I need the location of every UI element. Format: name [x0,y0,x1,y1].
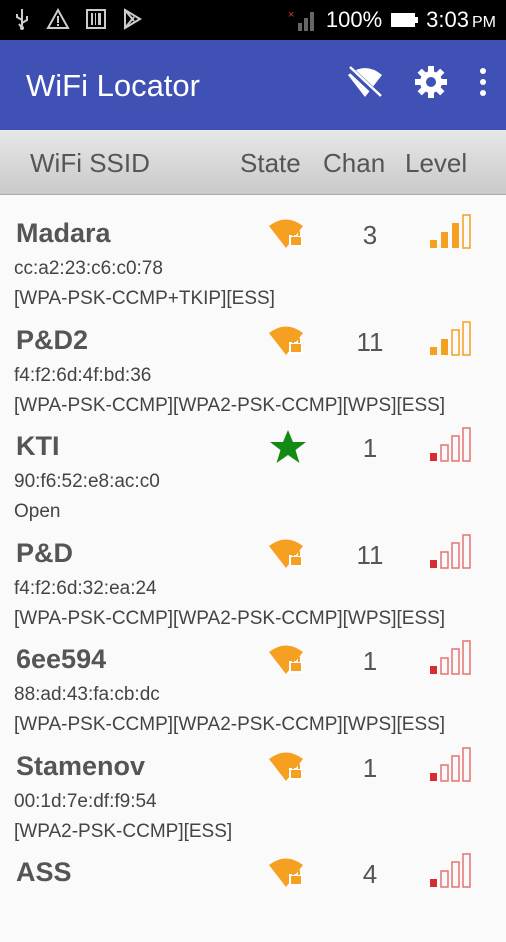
clock-suffix: PM [472,14,496,31]
network-mac: f4:f2:6d:4f:bd:36 [14,364,152,386]
signal-level-icon [430,533,471,569]
network-ssid: Stamenov [16,750,146,781]
signal-level-icon [430,320,471,356]
status-bar: × 100% 3:03 PM [0,0,506,40]
network-mac: 88:ad:43:fa:cb:dc [14,684,160,705]
more-vert-icon[interactable] [478,66,488,98]
locked-wifi-icon [269,645,303,674]
network-mac: 00:1d:7e:df:f9:54 [14,790,157,812]
network-list: Madara cc:a2:23:c6:c0:78 [WPA-PSK-CCMP+T… [0,196,506,942]
signal-level-icon [430,214,471,249]
network-channel: 1 [362,646,378,676]
network-ssid: P&D [16,537,74,568]
signal-level-icon [430,640,471,675]
network-row[interactable]: 6ee594 88:ad:43:fa:cb:dc [WPA-PSK-CCMP][… [0,622,506,735]
network-ssid: Madara [16,218,111,248]
network-row[interactable]: P&D f4:f2:6d:32:ea:24 [WPA-PSK-CCMP][WPA… [0,516,506,629]
star-icon [270,430,306,463]
wifi-off-icon[interactable] [346,65,384,99]
usb-icon [16,9,28,30]
settings-icon[interactable] [414,65,448,99]
network-row[interactable]: KTI 90:f6:52:e8:ac:c0 Open 1 [0,409,506,522]
signal-level-icon [430,427,471,462]
network-channel: 4 [362,859,378,889]
network-channel: 1 [362,433,378,463]
col-chan[interactable]: Chan [323,148,385,179]
locked-wifi-icon [269,219,303,248]
clock: 3:03 PM [426,7,496,33]
locked-wifi-icon [269,858,303,887]
barcode-icon [86,9,106,29]
no-signal-icon: × [288,9,314,31]
status-right: × 100% 3:03 PM [284,7,496,33]
locked-wifi-icon [269,326,303,355]
warning-icon [46,8,70,29]
svg-text:×: × [288,9,294,21]
clock-time: 3:03 [426,7,469,32]
signal-level-icon [430,853,471,888]
network-channel: 1 [362,752,378,783]
play-store-icon [124,8,142,30]
network-ssid: KTI [16,431,60,461]
col-level[interactable]: Level [405,148,467,179]
network-channel: 3 [362,220,378,250]
app-title: WiFi Locator [26,68,200,103]
network-mac: 90:f6:52:e8:ac:c0 [14,471,160,492]
network-row[interactable]: Madara cc:a2:23:c6:c0:78 [WPA-PSK-CCMP+T… [0,196,506,309]
app-bar: WiFi Locator [0,40,506,130]
network-row[interactable]: ASS 4 [0,835,506,942]
locked-wifi-icon [269,539,303,568]
network-row[interactable]: Stamenov 00:1d:7e:df:f9:54 [WPA2-PSK-CCM… [0,729,506,842]
app-actions [346,65,488,99]
network-ssid: ASS [16,857,72,887]
network-ssid: P&D2 [16,324,89,355]
signal-level-icon [430,746,471,782]
network-row[interactable]: P&D2 f4:f2:6d:4f:bd:36 [WPA-PSK-CCMP][WP… [0,303,506,416]
network-mac: cc:a2:23:c6:c0:78 [14,258,163,279]
col-state[interactable]: State [240,148,301,179]
network-mac: f4:f2:6d:32:ea:24 [14,577,157,599]
network-channel: 11 [356,539,384,570]
column-header: WiFi SSID State Chan Level [0,130,506,195]
status-left-icons [14,8,142,30]
battery-percent: 100% [325,7,383,32]
network-channel: 11 [356,326,384,357]
locked-wifi-icon [269,752,303,781]
network-ssid: 6ee594 [16,644,107,674]
battery-icon [391,13,419,27]
col-ssid[interactable]: WiFi SSID [30,148,150,179]
